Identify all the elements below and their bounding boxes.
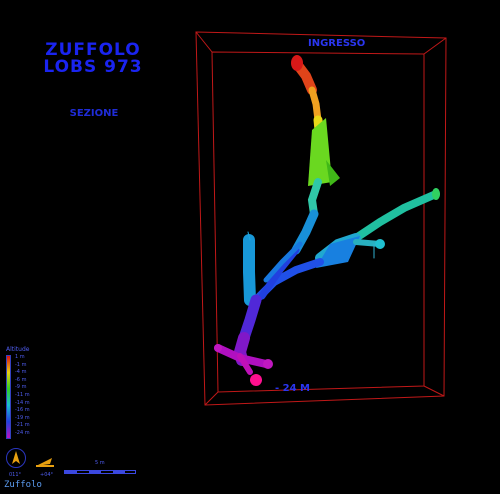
legend-label: -16 m: [15, 407, 30, 414]
legend-label: -11 m: [15, 391, 30, 398]
legend-labels: 1 m -1 m -4 m -6 m -9 m -11 m -14 m -16 …: [15, 354, 30, 438]
legend-label: -4 m: [15, 369, 27, 376]
passage-upper: [308, 86, 322, 124]
lowest-point-marker: [250, 374, 262, 386]
bounding-box: [195, 31, 447, 406]
legend-label: -6 m: [15, 376, 27, 383]
legend-label: -9 m: [15, 384, 27, 391]
legend-label: -19 m: [15, 414, 30, 421]
depth-label: - 24 M: [275, 383, 310, 394]
entrance-marker: [291, 55, 303, 71]
passage-funnel: [308, 118, 332, 186]
legend-label: -21 m: [15, 422, 30, 429]
compass-bearing: 011°: [9, 472, 22, 478]
passage-middle: [307, 178, 322, 218]
inclination-value: +04°: [40, 472, 54, 478]
brand-label: Zuffolo: [4, 480, 42, 490]
legend-title: Altitude: [6, 346, 30, 353]
legend-label: 1 m: [15, 354, 25, 360]
view-label: SEZIONE: [69, 108, 119, 119]
inclination-icon[interactable]: [34, 450, 56, 470]
scale-bar: [64, 470, 136, 474]
legend-label: -24 m: [15, 429, 30, 436]
passage-shaft: [243, 234, 256, 306]
compass-icon[interactable]: [6, 448, 26, 468]
altitude-color-bar: [6, 355, 11, 439]
legend-label: -14 m: [15, 399, 30, 406]
legend-label: -1 m: [15, 361, 27, 368]
scale-label: 5 m: [95, 460, 105, 466]
entrance-label: INGRESSO: [308, 38, 366, 49]
cave-passages: [214, 55, 440, 386]
cave-code: LOBS 973: [43, 57, 143, 77]
